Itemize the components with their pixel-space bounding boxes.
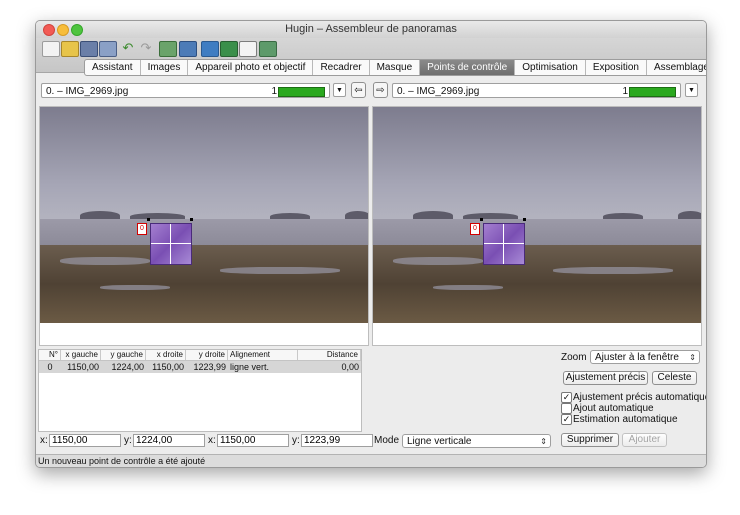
col-number[interactable]: N° [39, 350, 61, 360]
tab-exposure[interactable]: Exposition [586, 60, 647, 75]
mode-label: Mode : [374, 435, 405, 446]
cell-number: 0 [47, 362, 53, 372]
cell-y-left: 1224,00 [111, 362, 144, 372]
zoom-window-icon[interactable] [71, 24, 83, 36]
x-left-label: x: [40, 435, 48, 446]
mode-select[interactable]: Ligne verticale ⇕ [402, 434, 551, 448]
zoom-value: Ajuster à la fenêtre [595, 352, 679, 363]
left-image-select[interactable]: 0. – IMG_2969.jpg 1 [41, 83, 330, 98]
tab-assistant[interactable]: Assistant [85, 60, 141, 75]
next-image-arrow-icon[interactable]: ⇨ [373, 82, 388, 98]
right-control-point-marker[interactable]: 0 [470, 223, 480, 235]
table-row[interactable]: 0 1150,00 1224,00 1150,00 1223,99 ligne … [39, 361, 361, 373]
layout-icon[interactable] [259, 41, 277, 57]
undo-icon[interactable]: ↶ [120, 40, 136, 55]
open-folder-icon[interactable] [61, 41, 79, 57]
left-image-progress [278, 87, 325, 97]
control-points-table[interactable]: N° x gauche y gauche x droite y droite A… [38, 349, 362, 432]
left-image-pane[interactable]: 0 [39, 106, 369, 346]
redo-icon[interactable]: ↷ [138, 40, 154, 55]
tab-bar: Assistant Images Appareil photo et objec… [84, 59, 706, 76]
right-image-count: 1 [622, 86, 628, 97]
add-images-icon[interactable] [159, 41, 177, 57]
right-photo[interactable]: 0 [373, 107, 701, 323]
save-icon[interactable] [80, 41, 98, 57]
x-right-label: x: [208, 435, 216, 446]
fast-preview-icon[interactable] [220, 41, 238, 57]
celeste-button[interactable]: Celeste [652, 371, 697, 385]
cell-alignment: ligne vert. [230, 362, 270, 372]
tab-mask[interactable]: Masque [370, 60, 421, 75]
left-image-dropdown-icon[interactable]: ▼ [333, 83, 346, 97]
tab-crop[interactable]: Recadrer [313, 60, 370, 75]
title-bar: Hugin – Assembleur de panoramas [36, 21, 706, 38]
add-time-series-icon[interactable] [179, 41, 197, 57]
zoom-label: Zoom : [561, 352, 593, 363]
unchecked-box-icon [561, 403, 572, 414]
app-window: Hugin – Assembleur de panoramas ↶ ↷ Assi… [35, 20, 707, 468]
y-left-label: y: [124, 435, 132, 446]
chevron-updown-icon: ⇕ [540, 437, 547, 446]
auto-fine-tune-label: Ajustement précis automatique [573, 392, 707, 403]
col-y-left[interactable]: y gauche [101, 350, 146, 360]
col-x-left[interactable]: x gauche [61, 350, 101, 360]
chevron-updown-icon: ⇕ [689, 353, 696, 362]
col-y-right[interactable]: y droite [186, 350, 228, 360]
col-distance[interactable]: Distance [298, 350, 361, 360]
right-image-pane[interactable]: 0 [372, 106, 702, 346]
y-right-label: y: [292, 435, 300, 446]
left-photo[interactable]: 0 [40, 107, 368, 323]
x-right-input[interactable] [217, 434, 289, 447]
col-alignment[interactable]: Alignement [228, 350, 298, 360]
save-as-icon[interactable] [99, 41, 117, 57]
list-view-icon[interactable] [239, 41, 257, 57]
x-left-input[interactable] [49, 434, 121, 447]
close-window-icon[interactable] [43, 24, 55, 36]
right-image-name: 0. – IMG_2969.jpg [397, 86, 480, 97]
window-title: Hugin – Assembleur de panoramas [285, 23, 457, 35]
left-image-name: 0. – IMG_2969.jpg [46, 86, 129, 97]
col-x-right[interactable]: x droite [146, 350, 186, 360]
table-header: N° x gauche y gauche x droite y droite A… [39, 350, 361, 361]
cell-distance: 0,00 [341, 362, 359, 372]
y-left-input[interactable] [133, 434, 205, 447]
left-image-count: 1 [271, 86, 277, 97]
delete-button[interactable]: Supprimer [561, 433, 619, 447]
right-image-select[interactable]: 0. – IMG_2969.jpg 1 [392, 83, 681, 98]
fine-tune-button[interactable]: Ajustement précis [563, 371, 648, 385]
cell-x-right: 1150,00 [152, 362, 184, 372]
checkmark-icon: ✓ [561, 414, 572, 425]
cell-y-right: 1223,99 [193, 362, 226, 372]
right-control-point-zoom[interactable] [483, 223, 525, 265]
tab-optimisation[interactable]: Optimisation [515, 60, 586, 75]
tab-camera-lens[interactable]: Appareil photo et objectif [188, 60, 314, 75]
right-image-dropdown-icon[interactable]: ▼ [685, 83, 698, 97]
auto-estimate-label: Estimation automatique [573, 414, 678, 425]
left-control-point-marker[interactable]: 0 [137, 223, 147, 235]
cell-x-left: 1150,00 [67, 362, 99, 372]
mode-value: Ligne verticale [407, 436, 472, 447]
tab-control-points[interactable]: Points de contrôle [420, 60, 516, 75]
minimize-window-icon[interactable] [57, 24, 69, 36]
previous-image-arrow-icon[interactable]: ⇦ [351, 82, 366, 98]
y-right-input[interactable] [301, 434, 373, 447]
tab-stitching[interactable]: Assemblage [647, 60, 706, 75]
zoom-select[interactable]: Ajuster à la fenêtre ⇕ [590, 350, 700, 364]
preview-panorama-icon[interactable] [201, 41, 219, 57]
left-control-point-zoom[interactable] [150, 223, 192, 265]
right-image-progress [629, 87, 676, 97]
checkmark-icon: ✓ [561, 392, 572, 403]
add-button[interactable]: Ajouter [622, 433, 667, 447]
auto-add-label: Ajout automatique [573, 403, 654, 414]
status-bar: Un nouveau point de contrôle a été ajout… [36, 454, 706, 467]
new-project-icon[interactable] [42, 41, 60, 57]
tab-images[interactable]: Images [141, 60, 189, 75]
